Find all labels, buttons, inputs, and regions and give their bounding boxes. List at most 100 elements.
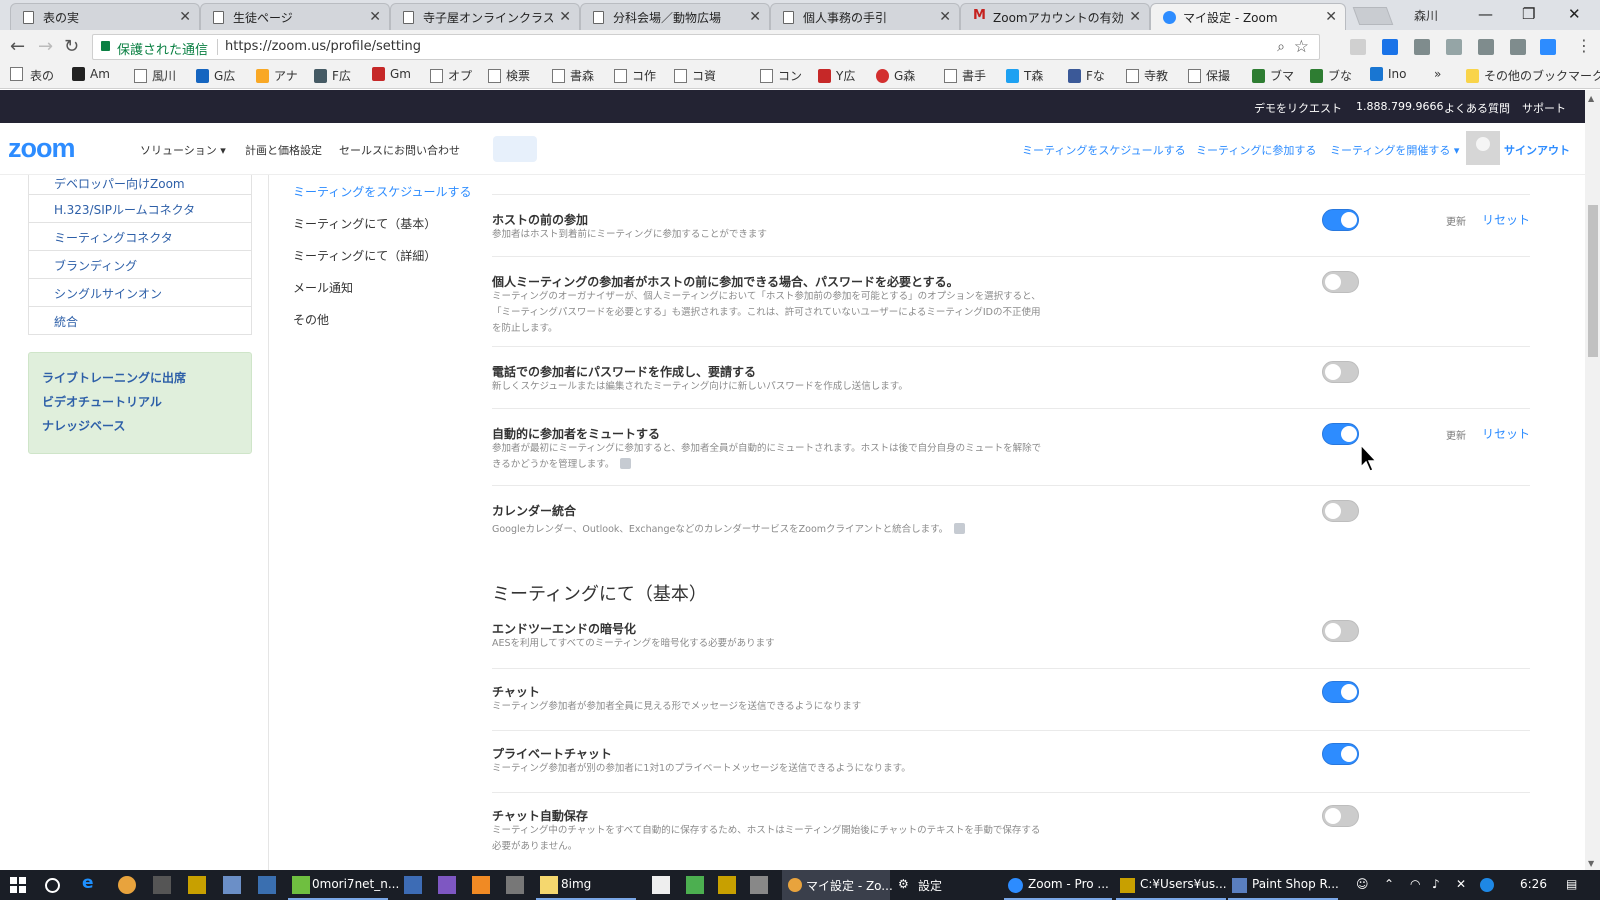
faq-link[interactable]: よくある質問 (1444, 100, 1510, 116)
bookmark[interactable]: Ino (1370, 67, 1407, 81)
people-icon[interactable]: ☺ (1356, 877, 1369, 891)
close-icon[interactable]: ✕ (1325, 9, 1337, 25)
back-icon[interactable]: ← (10, 36, 25, 57)
close-window-icon[interactable]: ✕ (1568, 5, 1581, 23)
extension-icon[interactable] (1446, 39, 1462, 55)
close-icon[interactable]: ✕ (559, 9, 571, 25)
tab-zoom-settings[interactable]: マイ設定 - Zoom ✕ (1150, 3, 1346, 30)
tab-1[interactable]: 表の実 ✕ (10, 3, 200, 30)
tab-6[interactable]: MZoomアカウントの有効化 -✕ (960, 3, 1150, 30)
bookmark[interactable]: Gm (372, 67, 411, 81)
bookmark[interactable]: 寺教 (1126, 67, 1168, 84)
app-icon[interactable] (506, 876, 524, 894)
scroll-down-icon[interactable]: ▼ (1588, 859, 1594, 868)
bookmark[interactable]: 書手 (944, 67, 986, 84)
bookmark[interactable] (10, 67, 28, 81)
close-icon[interactable]: ✕ (1129, 9, 1141, 25)
bookmark[interactable]: Y広 (818, 67, 855, 84)
app-icon[interactable] (292, 876, 310, 894)
app-icon[interactable] (223, 876, 241, 894)
minimize-icon[interactable]: — (1478, 5, 1493, 23)
bookmark-star-icon[interactable]: ☆ (1294, 37, 1309, 57)
reload-icon[interactable]: ↻ (64, 36, 79, 57)
nav-pricing[interactable]: 計画と価格設定 (245, 142, 322, 158)
mail-icon[interactable] (652, 876, 670, 894)
bookmark[interactable]: コン (760, 67, 802, 84)
app-icon[interactable] (404, 876, 422, 894)
bookmark[interactable]: Am (72, 67, 110, 81)
url-text[interactable]: https://zoom.us/profile/setting (225, 39, 421, 54)
app-icon[interactable] (472, 876, 490, 894)
nav-solutions[interactable]: ソリューション ▾ (140, 142, 226, 158)
toggle-switch[interactable] (1322, 500, 1359, 522)
bookmark[interactable]: 風川 (134, 67, 176, 84)
update-label[interactable]: 更新 (1446, 213, 1466, 228)
bookmark[interactable]: F広 (314, 67, 351, 84)
edge-icon[interactable]: e (82, 873, 100, 893)
chevron-up-icon[interactable]: ⌃ (1384, 877, 1394, 891)
bookmark[interactable]: 保撮 (1188, 67, 1230, 84)
toggle-switch[interactable] (1322, 423, 1359, 445)
support-link[interactable]: サポート (1522, 100, 1566, 116)
bookmark[interactable]: ブマ (1252, 67, 1294, 84)
subnav-schedule[interactable]: ミーティングをスケジュールする (293, 183, 471, 200)
clock[interactable]: 6:26 (1520, 877, 1547, 891)
bookmark[interactable]: ブな (1310, 67, 1352, 84)
reset-link[interactable]: リセット (1482, 211, 1530, 228)
bookmark[interactable]: 書森 (552, 67, 594, 84)
close-icon[interactable]: ✕ (749, 9, 761, 25)
live-training-link[interactable]: ライブトレーニングに出席 (42, 369, 251, 386)
subnav-email[interactable]: メール通知 (293, 279, 353, 296)
bookmark[interactable]: 表の (30, 67, 54, 84)
tab-4[interactable]: 分科会場／動物広場 ✕ (580, 3, 770, 30)
subnav-basic[interactable]: ミーティングにて（基本） (293, 215, 436, 232)
bookmark[interactable]: 検票 (488, 67, 530, 84)
sign-out-link[interactable]: サインアウト (1504, 142, 1570, 158)
avatar[interactable] (1466, 131, 1500, 165)
menu-dots-icon[interactable]: ⋮ (1576, 36, 1592, 55)
network-off-icon[interactable]: ✕ (1456, 877, 1466, 891)
knowledge-base-link[interactable]: ナレッジベース (42, 417, 251, 434)
close-icon[interactable]: ✕ (179, 9, 191, 25)
zoom-logo[interactable]: zoom (8, 133, 75, 164)
bookmark[interactable]: コ資 (674, 67, 716, 84)
taskbar-app[interactable]: マイ設定 - Zo... (806, 877, 893, 894)
wifi-icon[interactable]: ◠ (1410, 877, 1420, 891)
close-icon[interactable]: ✕ (369, 9, 381, 25)
app-icon[interactable] (153, 876, 171, 894)
toggle-switch[interactable] (1322, 743, 1359, 765)
subnav-other[interactable]: その他 (293, 311, 329, 328)
bookmark[interactable]: オプ (430, 67, 472, 84)
forward-icon[interactable]: → (38, 36, 53, 57)
nav-contact-sales[interactable]: セールスにお問い合わせ (339, 142, 460, 158)
update-label[interactable]: 更新 (1446, 427, 1466, 442)
info-icon[interactable] (954, 523, 966, 534)
folder-icon[interactable] (540, 876, 558, 894)
taskbar-app[interactable]: 0mori7net_n... (312, 877, 399, 891)
app-tray-icon[interactable] (1480, 878, 1494, 892)
app-icon[interactable] (718, 876, 736, 894)
app-icon[interactable] (438, 876, 456, 894)
app-icon[interactable] (750, 876, 768, 894)
taskbar-app[interactable]: 設定 (918, 877, 942, 894)
magnifier-icon[interactable]: ⌕ (1277, 39, 1285, 55)
tab-3[interactable]: 寺子屋オンラインクラス一覧✕ (390, 3, 580, 30)
bookmark[interactable]: G森 (876, 67, 915, 84)
bookmark[interactable]: Fな (1068, 67, 1105, 84)
sidebar-item-integration[interactable]: 統合 (28, 307, 252, 335)
toggle-switch[interactable] (1322, 271, 1359, 293)
new-tab-button[interactable] (1352, 7, 1394, 25)
reset-link[interactable]: リセット (1482, 425, 1530, 442)
bookmark[interactable]: G広 (196, 67, 235, 84)
profile-name[interactable]: 森川 (1414, 7, 1438, 24)
app-icon[interactable] (686, 876, 704, 894)
subnav-advanced[interactable]: ミーティングにて（詳細） (293, 247, 436, 264)
tab-2[interactable]: 生徒ページ ✕ (200, 3, 390, 30)
extension-icon[interactable] (1478, 39, 1494, 55)
sidebar-item-sso[interactable]: シングルサインオン (28, 279, 252, 307)
sidebar-item-meeting-connector[interactable]: ミーティングコネクタ (28, 223, 252, 251)
bookmark[interactable]: コ作 (614, 67, 656, 84)
video-tutorial-link[interactable]: ビデオチュートリアル (42, 393, 251, 410)
notification-icon[interactable]: ▤ (1566, 877, 1577, 891)
volume-icon[interactable]: ♪ (1432, 877, 1440, 891)
